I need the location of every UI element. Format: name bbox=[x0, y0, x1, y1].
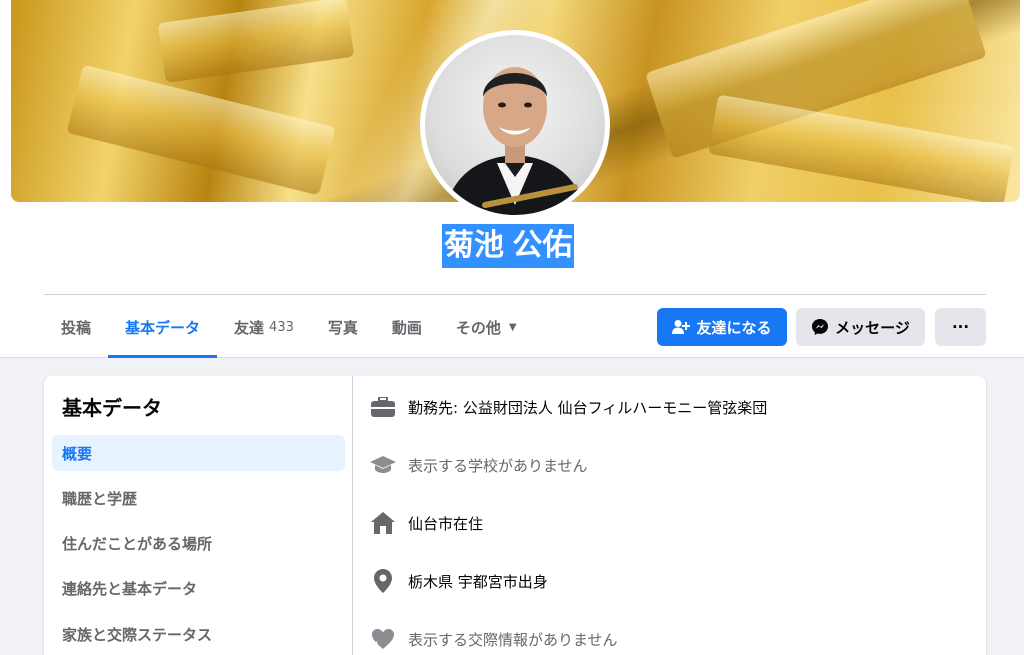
cover-gold-bar bbox=[708, 94, 1014, 202]
avatar bbox=[425, 35, 605, 215]
relationship-text: 表示する交際情報がありません bbox=[408, 630, 618, 649]
tab-about[interactable]: 基本データ bbox=[108, 296, 218, 358]
graduation-cap-icon bbox=[370, 452, 396, 478]
about-card: 基本データ 概要 職歴と学歴 住んだことがある場所 連絡先と基本データ 家族と交… bbox=[44, 376, 986, 655]
cover-gold-bar bbox=[66, 64, 336, 196]
about-nav-label: 住んだことがある場所 bbox=[62, 534, 213, 553]
hometown-text: 栃木県 宇都宮市出身 bbox=[408, 572, 548, 591]
about-nav-overview[interactable]: 概要 bbox=[52, 435, 345, 471]
profile-tabs: 投稿 基本データ 友達 433 写真 動画 その他 ▼ bbox=[44, 296, 534, 358]
avatar-portrait bbox=[445, 67, 585, 215]
about-row-education: 表示する学校がありません bbox=[370, 450, 588, 480]
tab-posts[interactable]: 投稿 bbox=[44, 296, 108, 358]
messenger-icon bbox=[812, 319, 829, 335]
tab-friends[interactable]: 友達 433 bbox=[217, 296, 311, 358]
about-row-hometown: 栃木県 宇都宮市出身 bbox=[370, 566, 548, 596]
caret-down-icon: ▼ bbox=[508, 321, 517, 333]
about-nav-label: 職歴と学歴 bbox=[62, 489, 138, 508]
add-friend-label: 友達になる bbox=[696, 318, 772, 337]
profile-actions: 友達になる メッセージ ··· bbox=[657, 308, 986, 346]
heart-icon bbox=[370, 626, 396, 652]
tab-photos[interactable]: 写真 bbox=[311, 296, 375, 358]
add-friend-icon bbox=[672, 320, 691, 334]
add-friend-button[interactable]: 友達になる bbox=[657, 308, 787, 346]
tab-more[interactable]: その他 ▼ bbox=[439, 296, 534, 358]
header-divider bbox=[44, 294, 986, 295]
about-nav-label: 概要 bbox=[62, 444, 93, 463]
about-nav-work-education[interactable]: 職歴と学歴 bbox=[52, 480, 345, 516]
tab-label: 友達 bbox=[234, 318, 265, 337]
message-button[interactable]: メッセージ bbox=[796, 308, 925, 346]
cover-gold-bar bbox=[157, 0, 355, 83]
tab-label: 動画 bbox=[391, 318, 422, 337]
about-title: 基本データ bbox=[62, 396, 162, 420]
about-row-relationship: 表示する交際情報がありません bbox=[370, 624, 618, 654]
message-label: メッセージ bbox=[835, 318, 910, 337]
about-nav-label: 家族と交際ステータス bbox=[62, 625, 213, 644]
education-text: 表示する学校がありません bbox=[408, 456, 588, 475]
about-nav-places-lived[interactable]: 住んだことがある場所 bbox=[52, 525, 345, 561]
about-nav-contact-info[interactable]: 連絡先と基本データ bbox=[52, 570, 345, 606]
about-nav-family[interactable]: 家族と交際ステータス bbox=[52, 616, 345, 652]
work-text: 勤務先: 公益財団法人 仙台フィルハーモニー管弦楽団 bbox=[408, 398, 768, 417]
tab-label: 基本データ bbox=[125, 318, 201, 337]
about-row-current-city: 仙台市在住 bbox=[370, 508, 483, 538]
about-sidebar: 基本データ 概要 職歴と学歴 住んだことがある場所 連絡先と基本データ 家族と交… bbox=[44, 376, 353, 655]
more-dots-icon: ··· bbox=[951, 318, 970, 336]
profile-header: 菊池 公佑 投稿 基本データ 友達 433 写真 動画 その他 ▼ 友達になる メッ… bbox=[0, 0, 1024, 358]
tab-label: 写真 bbox=[327, 318, 358, 337]
tab-videos[interactable]: 動画 bbox=[375, 296, 439, 358]
friends-count: 433 bbox=[269, 319, 294, 335]
tab-label: その他 bbox=[455, 318, 501, 337]
profile-picture[interactable] bbox=[420, 30, 610, 220]
tab-label: 投稿 bbox=[61, 318, 92, 337]
profile-name: 菊池 公佑 bbox=[442, 224, 575, 268]
more-options-button[interactable]: ··· bbox=[935, 308, 986, 346]
home-icon bbox=[370, 510, 396, 536]
about-content: 勤務先: 公益財団法人 仙台フィルハーモニー管弦楽団 表示する学校がありません … bbox=[354, 376, 986, 655]
briefcase-icon bbox=[370, 394, 396, 420]
location-pin-icon bbox=[370, 568, 396, 594]
about-row-work: 勤務先: 公益財団法人 仙台フィルハーモニー管弦楽団 bbox=[370, 392, 767, 422]
about-nav-label: 連絡先と基本データ bbox=[62, 579, 198, 598]
current-city-text: 仙台市在住 bbox=[408, 514, 484, 533]
